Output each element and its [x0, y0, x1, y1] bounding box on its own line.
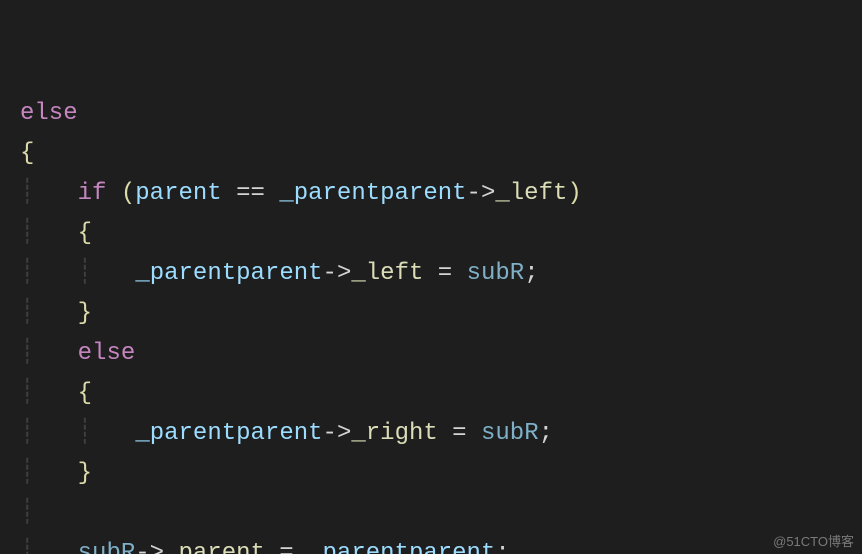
code-token: if — [78, 180, 107, 207]
code-token: parent — [135, 180, 221, 207]
code-token: else — [78, 340, 136, 367]
code-token: = — [423, 260, 466, 287]
code-token: { — [20, 140, 34, 167]
code-token: _parentparent — [135, 420, 322, 447]
watermark: @51CTO博客 — [773, 535, 854, 548]
code-line: ┊ else — [20, 334, 862, 374]
indent-guide: ┊ — [20, 460, 78, 487]
code-token: else — [20, 100, 78, 127]
code-block: else{┊ if (parent == _parentparent->_lef… — [0, 0, 862, 554]
indent-guide: ┊ ┊ — [20, 260, 135, 287]
code-line: else — [20, 94, 862, 134]
code-line: ┊ { — [20, 374, 862, 414]
code-token: ( — [121, 180, 135, 207]
code-token: ) — [567, 180, 581, 207]
code-token: _parent — [164, 540, 265, 554]
code-token: == — [222, 180, 280, 207]
code-token: subR — [467, 260, 525, 287]
code-line: ┊ if (parent == _parentparent->_left) — [20, 174, 862, 214]
code-token: = — [265, 540, 308, 554]
code-token: _parentparent — [135, 260, 322, 287]
code-token: _parentparent — [279, 180, 466, 207]
code-line: ┊ } — [20, 454, 862, 494]
code-token: { — [78, 380, 92, 407]
code-token — [106, 180, 120, 207]
code-token: _left — [495, 180, 567, 207]
code-token: { — [78, 220, 92, 247]
code-token: subR — [78, 540, 136, 554]
code-token: _left — [351, 260, 423, 287]
code-line: ┊ subR->_parent = _parentparent; — [20, 534, 862, 554]
code-token: } — [78, 460, 92, 487]
indent-guide: ┊ — [20, 540, 78, 554]
code-token: } — [78, 300, 92, 327]
code-token: = — [438, 420, 481, 447]
indent-guide: ┊ — [20, 180, 78, 207]
indent-guide: ┊ — [20, 220, 78, 247]
code-token: -> — [467, 180, 496, 207]
code-token: _parentparent — [308, 540, 495, 554]
indent-guide: ┊ ┊ — [20, 420, 135, 447]
code-token: -> — [323, 420, 352, 447]
code-token: -> — [323, 260, 352, 287]
code-token: -> — [135, 540, 164, 554]
indent-guide: ┊ — [20, 380, 78, 407]
code-token: ; — [539, 420, 553, 447]
code-token: _right — [351, 420, 437, 447]
code-token: ; — [524, 260, 538, 287]
code-line: ┊ — [20, 494, 862, 534]
code-token: ; — [495, 540, 509, 554]
code-line: ┊ ┊ _parentparent->_right = subR; — [20, 414, 862, 454]
indent-guide: ┊ — [20, 340, 78, 367]
code-line: { — [20, 134, 862, 174]
code-line: ┊ { — [20, 214, 862, 254]
indent-guide: ┊ — [20, 500, 34, 527]
code-token: subR — [481, 420, 539, 447]
code-line: ┊ ┊ _parentparent->_left = subR; — [20, 254, 862, 294]
code-line: ┊ } — [20, 294, 862, 334]
indent-guide: ┊ — [20, 300, 78, 327]
